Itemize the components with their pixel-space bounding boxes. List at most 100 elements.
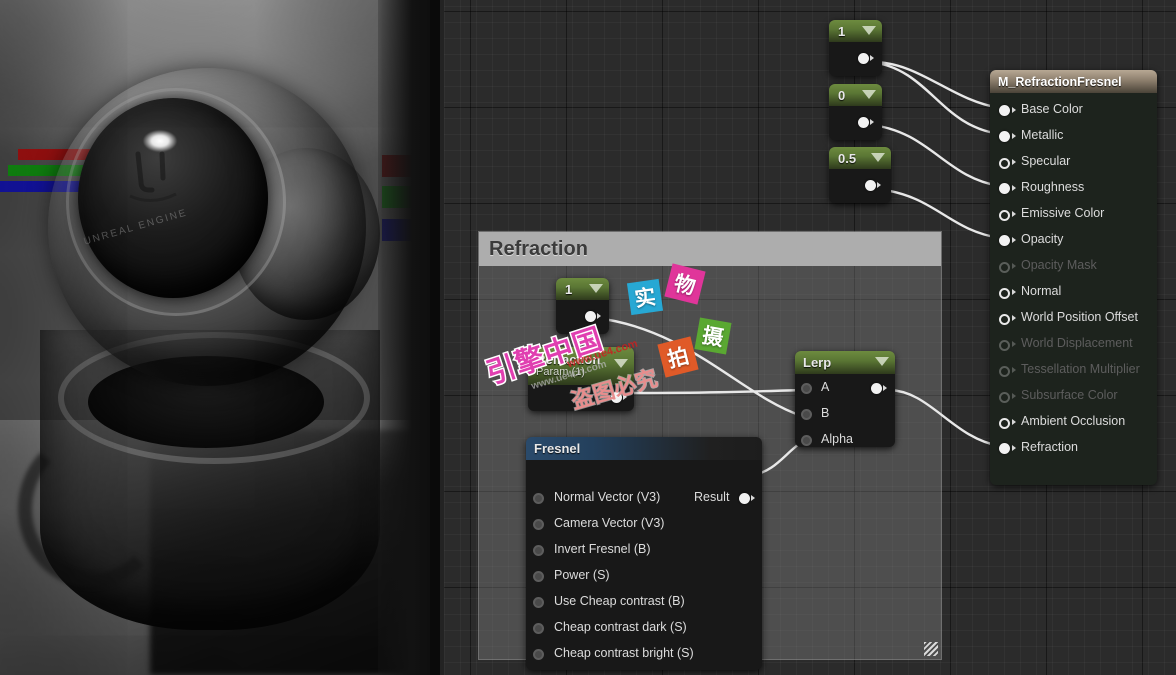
comment-box-title[interactable]: Refraction [479, 232, 941, 266]
output-pin[interactable] [858, 117, 869, 128]
input-pin-a[interactable] [801, 383, 812, 394]
watermark-tile-0: 实 [627, 279, 663, 315]
node-constant-0-body [829, 106, 882, 140]
material-input-pin[interactable] [999, 314, 1010, 325]
material-input-label: Emissive Color [1021, 206, 1104, 220]
material-input-pin [999, 392, 1010, 403]
node-material-output-header[interactable]: M_RefractionFresnel [990, 70, 1157, 93]
node-fresnel[interactable]: Fresnel Normal Vector (V3) Camera Vector… [526, 437, 762, 670]
material-input-label: World Displacement [1021, 336, 1133, 350]
material-input-label: Roughness [1021, 180, 1084, 194]
input-pin-use-cheap[interactable] [533, 597, 544, 608]
chevron-down-icon[interactable] [614, 359, 628, 368]
pin-arrow-icon [870, 119, 874, 125]
material-input-label: Tessellation Multiplier [1021, 362, 1140, 376]
node-fresnel-header[interactable]: Fresnel [526, 437, 762, 460]
node-constant-0-header[interactable]: 0 [829, 84, 882, 106]
input-label-b: B [821, 406, 829, 420]
node-material-output-title: M_RefractionFresnel [998, 75, 1122, 89]
pin-arrow-icon [870, 55, 874, 61]
node-constant-05-value: 0.5 [838, 151, 856, 166]
output-pin[interactable] [585, 311, 596, 322]
node-refraction-param-body [528, 385, 634, 411]
node-refraction-param-subtitle: Param (1) [536, 366, 585, 379]
node-constant-1[interactable]: 1 [829, 20, 882, 76]
material-preview-viewport[interactable]: UNREAL ENGINE [0, 0, 440, 675]
chevron-down-icon[interactable] [871, 153, 885, 162]
input-pin-cheap-bright[interactable] [533, 649, 544, 660]
node-constant-1-header[interactable]: 1 [829, 20, 882, 42]
node-constant-1-value: 1 [838, 24, 845, 39]
pin-arrow-icon [1012, 159, 1016, 165]
output-pin[interactable] [871, 383, 882, 394]
node-fresnel-title: Fresnel [534, 441, 580, 456]
node-refraction-param-title: Refraction [536, 353, 600, 366]
material-input-label: Specular [1021, 154, 1070, 168]
node-lerp-body: A B Alpha [795, 374, 895, 447]
input-label-alpha: Alpha [821, 432, 853, 446]
input-label-invert-fresnel: Invert Fresnel (B) [554, 542, 651, 556]
node-lerp[interactable]: Lerp A B Alpha [795, 351, 895, 447]
material-input-pin[interactable] [999, 210, 1010, 221]
material-input-label: Metallic [1021, 128, 1063, 142]
output-pin[interactable] [611, 392, 622, 403]
material-input-pin[interactable] [999, 288, 1010, 299]
pin-arrow-icon [1012, 419, 1016, 425]
input-label-use-cheap: Use Cheap contrast (B) [554, 594, 685, 608]
material-input-label: Ambient Occlusion [1021, 414, 1125, 428]
chevron-down-icon[interactable] [589, 284, 603, 293]
graph-left-border [440, 0, 444, 675]
pin-arrow-icon [597, 313, 601, 319]
input-pin-power[interactable] [533, 571, 544, 582]
material-input-pin[interactable] [999, 183, 1010, 194]
preview-vignette [0, 0, 440, 675]
material-input-label: World Position Offset [1021, 310, 1138, 324]
chevron-down-icon[interactable] [862, 26, 876, 35]
node-constant-1-inner-header[interactable]: 1 [556, 278, 609, 300]
node-constant-0[interactable]: 0 [829, 84, 882, 140]
input-pin-cheap-dark[interactable] [533, 623, 544, 634]
node-constant-05[interactable]: 0.5 [829, 147, 891, 203]
chevron-down-icon[interactable] [875, 357, 889, 366]
node-lerp-header[interactable]: Lerp [795, 351, 895, 374]
material-input-pin[interactable] [999, 418, 1010, 429]
output-pin[interactable] [858, 53, 869, 64]
node-constant-1-inner[interactable]: 1 [556, 278, 609, 334]
input-pin-normal-vector[interactable] [533, 493, 544, 504]
pin-arrow-icon [1012, 107, 1016, 113]
pin-arrow-icon [883, 385, 887, 391]
input-label-cheap-bright: Cheap contrast bright (S) [554, 646, 694, 660]
output-pin-result[interactable] [739, 493, 750, 504]
input-pin-invert-fresnel[interactable] [533, 545, 544, 556]
node-material-output-body: Base ColorMetallicSpecularRoughnessEmiss… [990, 93, 1157, 485]
node-constant-05-header[interactable]: 0.5 [829, 147, 891, 169]
output-pin[interactable] [865, 180, 876, 191]
pin-arrow-icon [1012, 263, 1016, 269]
input-pin-b[interactable] [801, 409, 812, 420]
chevron-down-icon[interactable] [862, 90, 876, 99]
input-pin-camera-vector[interactable] [533, 519, 544, 530]
input-pin-alpha[interactable] [801, 435, 812, 446]
node-constant-0-value: 0 [838, 88, 845, 103]
node-refraction-param[interactable]: Refraction Param (1) [528, 347, 634, 411]
watermark-tile-2-char: 拍 [664, 340, 692, 374]
watermark-tile-0-char: 实 [633, 281, 658, 314]
comment-resize-handle[interactable] [924, 642, 938, 656]
pin-arrow-icon [623, 394, 627, 400]
pin-arrow-icon [751, 495, 755, 501]
material-input-pin[interactable] [999, 158, 1010, 169]
material-input-label: Subsurface Color [1021, 388, 1118, 402]
pin-arrow-icon [1012, 185, 1016, 191]
pin-arrow-icon [877, 182, 881, 188]
watermark-tile-1-char: 物 [671, 267, 699, 301]
input-label-cheap-dark: Cheap contrast dark (S) [554, 620, 687, 634]
material-input-pin[interactable] [999, 235, 1010, 246]
pin-arrow-icon [1012, 315, 1016, 321]
material-input-pin[interactable] [999, 105, 1010, 116]
material-input-pin[interactable] [999, 131, 1010, 142]
node-constant-1-body [829, 42, 882, 76]
material-input-pin[interactable] [999, 443, 1010, 454]
pin-arrow-icon [1012, 211, 1016, 217]
node-material-output[interactable]: M_RefractionFresnel Base ColorMetallicSp… [990, 70, 1157, 485]
node-refraction-param-header[interactable]: Refraction Param (1) [528, 347, 634, 385]
